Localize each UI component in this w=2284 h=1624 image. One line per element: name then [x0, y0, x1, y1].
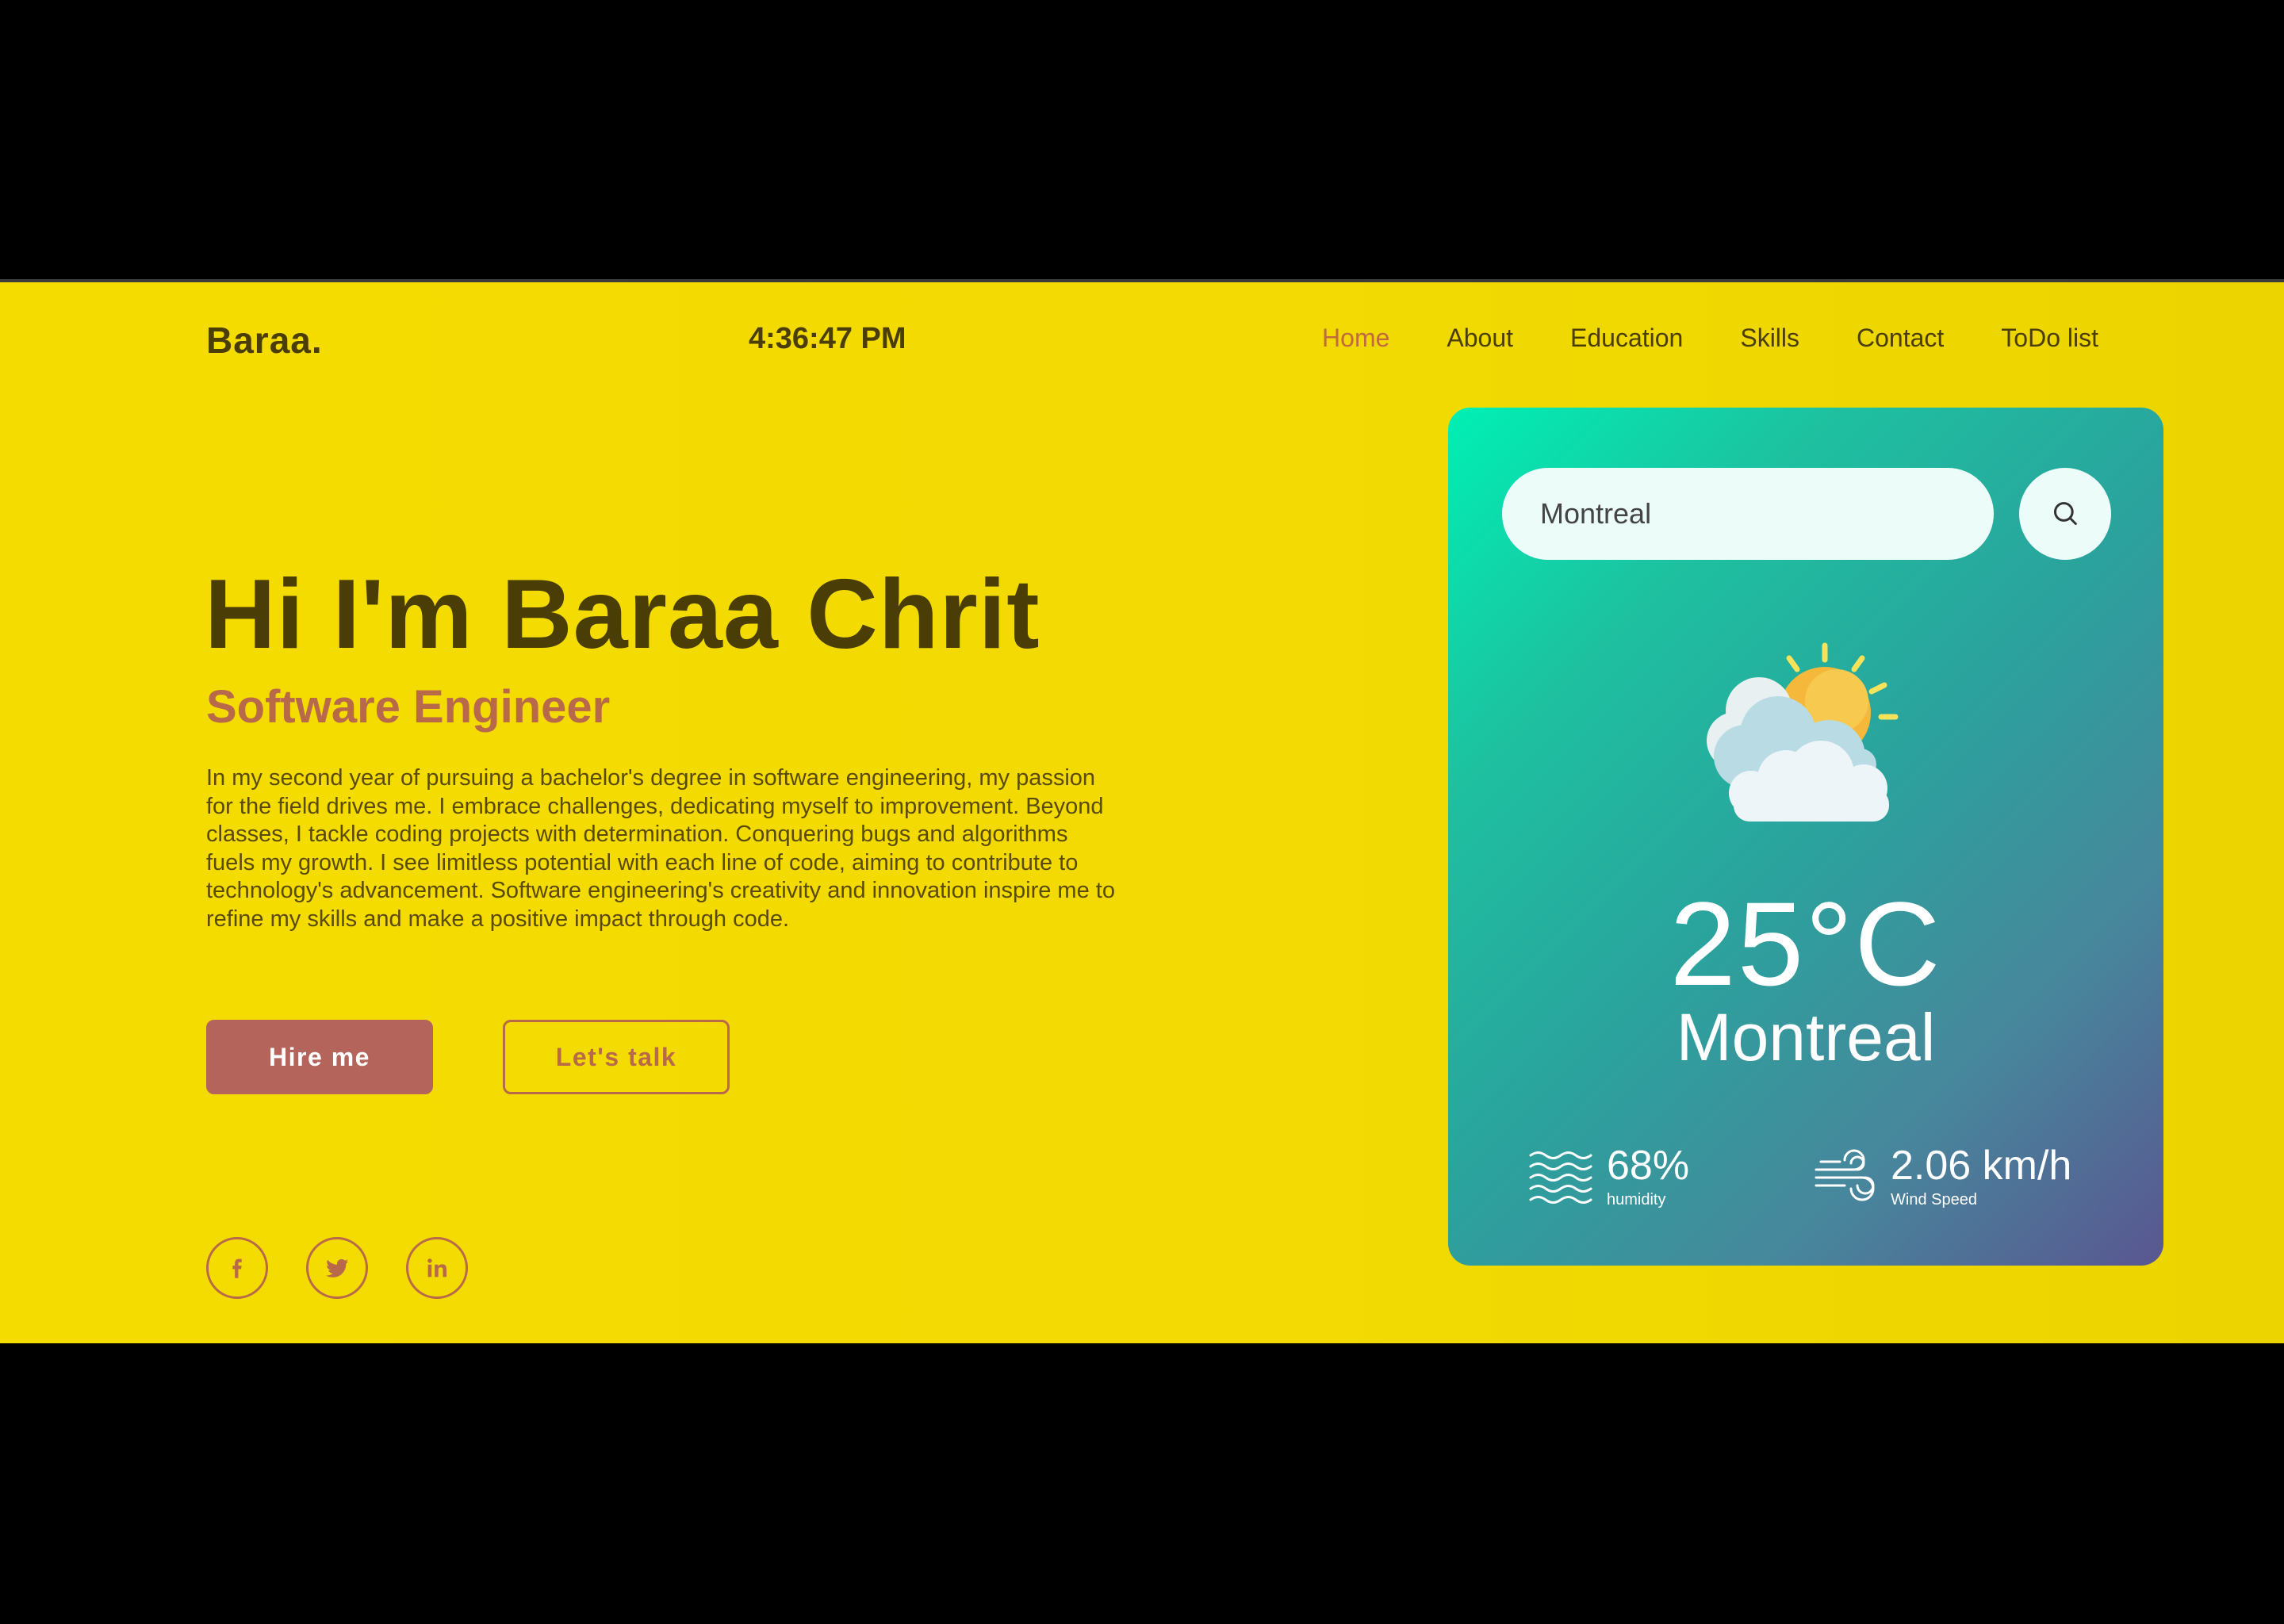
nav-contact[interactable]: Contact	[1857, 324, 1944, 353]
search-icon	[2054, 502, 2077, 525]
nav-todo-list[interactable]: ToDo list	[2001, 324, 2098, 353]
wind-speed-value: 2.06 km/h	[1891, 1143, 2072, 1189]
temperature-value: 25°C	[1669, 877, 1942, 1010]
twitter-icon[interactable]	[306, 1237, 368, 1299]
wind-stat: 2.06 km/h Wind Speed	[1813, 1145, 2071, 1209]
linkedin-icon[interactable]	[406, 1237, 468, 1299]
search-button[interactable]	[2019, 468, 2111, 560]
nav-education[interactable]: Education	[1570, 324, 1683, 353]
site-logo[interactable]: Baraa.	[206, 319, 323, 362]
humidity-value: 68%	[1607, 1143, 1690, 1189]
lets-talk-button[interactable]: Let's talk	[503, 1020, 730, 1094]
facebook-icon[interactable]	[206, 1237, 268, 1299]
wind-speed-label: Wind Speed	[1891, 1191, 1977, 1208]
hero-description: In my second year of pursuing a bachelor…	[206, 765, 1115, 932]
main-nav: Home About Education Skills Contact ToDo…	[1322, 324, 2098, 353]
live-clock: 4:36:47 PM	[749, 322, 906, 355]
hire-me-button[interactable]: Hire me	[206, 1020, 433, 1094]
weather-card: 25°C Montreal 68% humidity	[1448, 408, 2163, 1266]
hero-title: Hi I'm Baraa Chrit	[205, 560, 1040, 669]
hero-subtitle: Software Engineer	[206, 681, 611, 733]
humidity-label: humidity	[1607, 1191, 1666, 1208]
wind-icon	[1815, 1149, 1875, 1201]
portfolio-page: Baraa. 4:36:47 PM Home About Education S…	[0, 279, 2284, 1343]
partly-cloudy-icon	[1707, 642, 1899, 822]
social-links	[206, 1237, 468, 1299]
humidity-waves-icon	[1529, 1151, 1592, 1204]
humidity-stat: 68% humidity	[1529, 1145, 1689, 1209]
nav-about[interactable]: About	[1447, 324, 1513, 353]
nav-skills[interactable]: Skills	[1740, 324, 1799, 353]
city-name: Montreal	[1676, 1000, 1936, 1074]
screen-frame: Baraa. 4:36:47 PM Home About Education S…	[0, 0, 2284, 1624]
nav-home[interactable]: Home	[1322, 324, 1389, 353]
city-search-input[interactable]	[1502, 468, 1994, 560]
